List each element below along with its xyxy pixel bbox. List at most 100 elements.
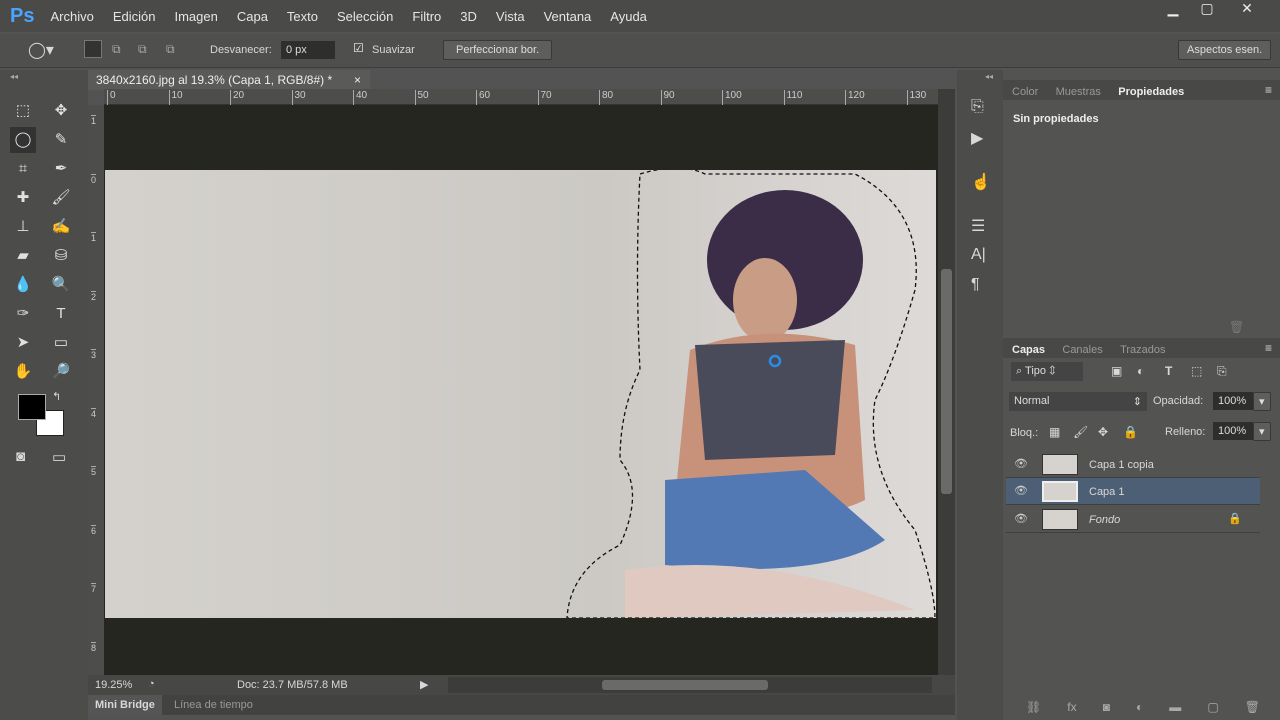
layer-row[interactable]: 👁 Fondo 🔒 bbox=[1006, 506, 1260, 533]
marquee-tool-icon[interactable]: ⬚ bbox=[10, 98, 36, 124]
filter-smart-object-icon[interactable]: ⎘ bbox=[1217, 364, 1227, 379]
layer-name[interactable]: Capa 1 bbox=[1089, 486, 1124, 498]
menu-filtro[interactable]: Filtro bbox=[412, 9, 441, 24]
opacity-input[interactable]: 100% bbox=[1213, 392, 1253, 410]
lock-all-icon[interactable]: 🔒 bbox=[1123, 425, 1138, 439]
menu-archivo[interactable]: Archivo bbox=[50, 9, 93, 24]
blur-tool-icon[interactable]: 💧 bbox=[10, 272, 36, 298]
filter-type-icon[interactable]: T bbox=[1165, 364, 1172, 378]
menu-capa[interactable]: Capa bbox=[237, 9, 268, 24]
bucket-tool-icon[interactable]: ⛁ bbox=[48, 243, 74, 269]
new-layer-icon[interactable]: ▢ bbox=[1207, 700, 1218, 714]
layers-menu-icon[interactable]: ≡ bbox=[1265, 341, 1272, 355]
new-group-icon[interactable]: ▬ bbox=[1169, 700, 1181, 714]
fill-dropdown[interactable]: ▾ bbox=[1253, 422, 1271, 441]
adjustment-layer-icon[interactable]: ◐ bbox=[1136, 700, 1143, 714]
screen-mode-icon[interactable]: ▭ bbox=[52, 448, 66, 466]
menu-3d[interactable]: 3D bbox=[460, 9, 477, 24]
delete-layer-icon[interactable]: 🗑 bbox=[1245, 700, 1260, 714]
lock-position-icon[interactable]: ✥ bbox=[1098, 425, 1108, 439]
zoom-tool-icon[interactable]: 🔎 bbox=[48, 359, 74, 385]
vertical-scroll-thumb[interactable] bbox=[941, 269, 952, 494]
antialias-checkbox[interactable]: ☑ bbox=[353, 41, 364, 55]
fill-input[interactable]: 100% bbox=[1213, 422, 1253, 440]
fx-icon[interactable]: fx bbox=[1067, 700, 1076, 714]
menu-texto[interactable]: Texto bbox=[287, 9, 318, 24]
stamp-tool-icon[interactable]: ⊥ bbox=[10, 214, 36, 240]
menu-seleccion[interactable]: Selección bbox=[337, 9, 393, 24]
move-tool-icon[interactable]: ✥ bbox=[48, 98, 74, 124]
vertical-scrollbar[interactable] bbox=[938, 89, 955, 675]
add-mask-icon[interactable]: ◙ bbox=[1103, 700, 1110, 714]
menu-edicion[interactable]: Edición bbox=[113, 9, 156, 24]
filter-shape-icon[interactable]: ⬚ bbox=[1191, 364, 1202, 378]
menu-vista[interactable]: Vista bbox=[496, 9, 525, 24]
zoom-level[interactable]: 19.25% bbox=[95, 679, 132, 691]
hand-tool-icon[interactable]: ✋ bbox=[10, 359, 36, 385]
tab-properties[interactable]: Propiedades bbox=[1118, 86, 1184, 98]
paragraph-panel-icon[interactable]: ¶ bbox=[971, 276, 980, 294]
pen-tool-icon[interactable]: ✑ bbox=[10, 301, 36, 327]
tool-presets-icon[interactable]: ☝ bbox=[971, 172, 991, 192]
link-layers-icon[interactable]: ⛓ bbox=[1026, 700, 1041, 714]
tab-layers[interactable]: Capas bbox=[1012, 344, 1045, 356]
layer-name[interactable]: Fondo bbox=[1089, 514, 1120, 526]
healing-tool-icon[interactable]: ✚ bbox=[10, 185, 36, 211]
filter-pixel-icon[interactable]: ▣ bbox=[1111, 364, 1122, 378]
layer-name[interactable]: Capa 1 copia bbox=[1089, 459, 1154, 471]
layer-filter-select[interactable]: ⌕ Tipo ⇕ bbox=[1011, 362, 1083, 381]
properties-trash-icon[interactable]: 🗑 bbox=[1229, 320, 1244, 334]
refine-edge-button[interactable]: Perfeccionar bor. bbox=[443, 40, 553, 60]
dodge-tool-icon[interactable]: 🔍 bbox=[48, 272, 74, 298]
layer-row[interactable]: 👁 Capa 1 copia bbox=[1006, 451, 1260, 478]
document-tab[interactable]: 3840x2160.jpg al 19.3% (Capa 1, RGB/8#) … bbox=[88, 70, 370, 90]
layer-row-selected[interactable]: 👁 Capa 1 bbox=[1006, 478, 1260, 505]
lasso-tool-icon[interactable]: ◯ bbox=[10, 127, 36, 153]
close-document-icon[interactable]: × bbox=[354, 73, 361, 87]
swap-colors-icon[interactable]: ↰ bbox=[52, 390, 61, 403]
lasso-tool-preset-icon[interactable]: ◯▾ bbox=[28, 40, 54, 60]
opacity-dropdown[interactable]: ▾ bbox=[1253, 392, 1271, 411]
type-tool-icon[interactable]: T bbox=[48, 301, 74, 327]
menu-ayuda[interactable]: Ayuda bbox=[610, 9, 647, 24]
eyedropper-tool-icon[interactable]: ✒ bbox=[48, 156, 74, 182]
quick-mask-icon[interactable]: ◙ bbox=[16, 448, 25, 465]
history-brush-icon[interactable]: ✍ bbox=[48, 214, 74, 240]
collapse-panels-icon[interactable]: ◂◂ bbox=[985, 72, 993, 81]
close-button[interactable]: ✕ bbox=[1230, 0, 1264, 20]
add-selection-icon[interactable]: ⧉ bbox=[112, 42, 121, 57]
adjustments-icon[interactable]: ☰ bbox=[971, 216, 985, 236]
tab-paths[interactable]: Trazados bbox=[1120, 344, 1165, 356]
intersect-selection-icon[interactable]: ⧉ bbox=[166, 42, 175, 57]
visibility-eye-icon[interactable]: 👁 bbox=[1014, 457, 1028, 470]
maximize-button[interactable]: ▢ bbox=[1190, 0, 1224, 20]
subtract-selection-icon[interactable]: ⧉ bbox=[138, 42, 147, 57]
workspace-button[interactable]: Aspectos esen. bbox=[1178, 40, 1272, 60]
feather-input[interactable]: 0 px bbox=[281, 41, 335, 59]
tab-mini-bridge[interactable]: Mini Bridge bbox=[88, 695, 162, 715]
shape-tool-icon[interactable]: ▭ bbox=[48, 330, 74, 356]
tab-swatches[interactable]: Muestras bbox=[1056, 86, 1101, 98]
foreground-color-swatch[interactable] bbox=[18, 394, 46, 420]
lock-pixels-icon[interactable]: 🖌 bbox=[1073, 425, 1088, 439]
blend-mode-select[interactable]: Normal ⇕ bbox=[1009, 392, 1147, 411]
horizontal-scrollbar[interactable] bbox=[448, 677, 932, 693]
visibility-eye-icon[interactable]: 👁 bbox=[1014, 484, 1028, 497]
minimize-button[interactable]: ▁ bbox=[1156, 0, 1190, 20]
history-panel-icon[interactable]: ⎘ bbox=[971, 98, 984, 116]
menu-imagen[interactable]: Imagen bbox=[174, 9, 217, 24]
tab-timeline[interactable]: Línea de tiempo bbox=[174, 699, 253, 711]
brush-tool-icon[interactable]: 🖌 bbox=[48, 185, 74, 211]
quick-select-tool-icon[interactable]: ✎ bbox=[48, 127, 74, 153]
panel-menu-icon[interactable]: ≡ bbox=[1265, 83, 1272, 97]
visibility-eye-icon[interactable]: 👁 bbox=[1014, 512, 1028, 525]
character-panel-icon[interactable]: A| bbox=[971, 246, 986, 264]
document-image[interactable] bbox=[105, 167, 936, 619]
actions-panel-icon[interactable]: ▶ bbox=[971, 128, 983, 148]
lock-transparency-icon[interactable]: ▦ bbox=[1049, 425, 1060, 439]
status-menu-arrow-icon[interactable]: ▶ bbox=[420, 678, 428, 691]
path-select-tool-icon[interactable]: ➤ bbox=[10, 330, 36, 356]
filter-adjustment-icon[interactable]: ◐ bbox=[1137, 364, 1144, 378]
horizontal-scroll-thumb[interactable] bbox=[602, 680, 768, 690]
status-info-icon[interactable]: ◔ bbox=[148, 678, 155, 690]
